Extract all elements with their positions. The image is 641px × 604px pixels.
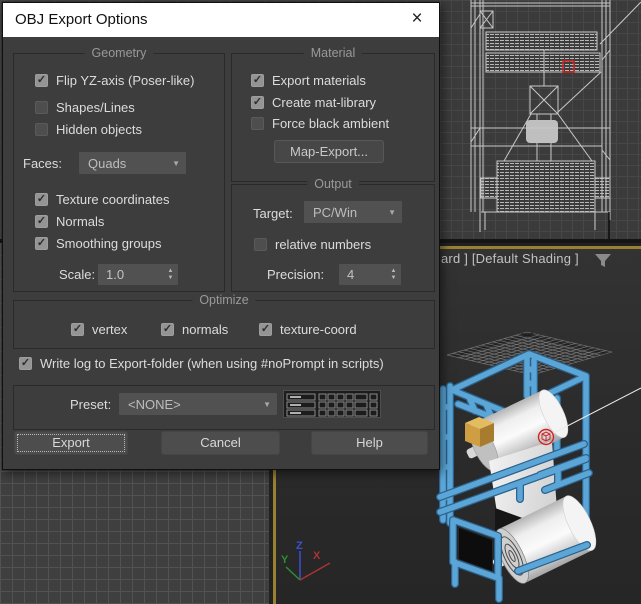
group-optimize-title: Optimize: [192, 293, 256, 307]
preset-dropdown[interactable]: <NONE> ▼: [119, 393, 277, 415]
viewport-filter-icon[interactable]: [594, 253, 612, 269]
checkbox[interactable]: ✓: [251, 74, 264, 87]
precision-spinner[interactable]: 4 ▲ ▼: [339, 264, 401, 285]
checkbox[interactable]: ✓: [161, 323, 174, 336]
checkbox-relative-numbers[interactable]: ✓ relative numbers: [254, 237, 371, 252]
checkbox[interactable]: ✓: [35, 215, 48, 228]
checkbox[interactable]: ✓: [35, 193, 48, 206]
axis-tripod: Z Y X: [281, 540, 331, 581]
checkbox[interactable]: ✓: [35, 237, 48, 250]
group-geometry-title: Geometry: [84, 46, 154, 60]
chevron-down-icon: ▼: [172, 158, 180, 168]
obj-export-options-dialog: OBJ Export Options × Geometry ✓ Flip YZ-…: [2, 2, 440, 470]
checkbox[interactable]: ✓: [35, 123, 48, 136]
checkbox-normals[interactable]: ✓ Normals: [35, 214, 104, 229]
checkbox-force-black-ambient[interactable]: ✓ Force black ambient: [251, 116, 389, 131]
axis-z-label: Z: [296, 540, 303, 552]
faces-dropdown[interactable]: Quads ▼: [79, 152, 186, 174]
checkbox[interactable]: ✓: [35, 101, 48, 114]
map-export-button[interactable]: Map-Export...: [274, 140, 384, 163]
chevron-down-icon: ▼: [263, 399, 271, 409]
checkbox-export-materials[interactable]: ✓ Export materials: [251, 73, 366, 88]
checkbox-flip-yz[interactable]: ✓ Flip YZ-axis (Poser-like): [35, 73, 194, 88]
checkbox[interactable]: ✓: [259, 323, 272, 336]
checkbox-optimize-normals[interactable]: ✓ normals: [161, 322, 228, 337]
close-icon[interactable]: ×: [405, 3, 429, 35]
checkbox-optimize-vertex[interactable]: ✓ vertex: [71, 322, 127, 337]
wireframe-model: [470, 0, 641, 239]
group-output-title: Output: [307, 177, 359, 191]
spinner-arrows-icon[interactable]: ▲ ▼: [386, 264, 401, 285]
target-dropdown[interactable]: PC/Win ▼: [304, 201, 402, 223]
chevron-down-icon: ▼: [388, 207, 396, 217]
scale-label: Scale:: [59, 267, 96, 282]
cancel-button[interactable]: Cancel: [161, 431, 280, 455]
checkbox[interactable]: ✓: [251, 117, 264, 130]
spinner-arrows-icon[interactable]: ▲ ▼: [163, 264, 178, 285]
scale-spinner[interactable]: 1.0 ▲ ▼: [98, 264, 178, 285]
precision-label: Precision:: [267, 267, 325, 282]
target-label: Target:: [253, 206, 293, 221]
orange-block: [465, 417, 494, 447]
checkbox-smoothing-groups[interactable]: ✓ Smoothing groups: [35, 236, 162, 251]
group-material-title: Material: [303, 46, 363, 60]
axis-x-label: X: [313, 550, 321, 562]
help-button[interactable]: Help: [311, 431, 428, 455]
checkbox[interactable]: ✓: [35, 74, 48, 87]
checkbox-create-mat-library[interactable]: ✓ Create mat-library: [251, 95, 376, 110]
export-button[interactable]: Export: [14, 431, 128, 455]
checkbox-texture-coordinates[interactable]: ✓ Texture coordinates: [35, 192, 169, 207]
checkbox[interactable]: ✓: [254, 238, 267, 251]
preset-grid-icon[interactable]: [283, 390, 381, 418]
axis-y-label: Y: [281, 554, 289, 566]
viewport-shading-label[interactable]: ard ] [Default Shading ]: [441, 251, 579, 266]
dialog-titlebar: OBJ Export Options ×: [3, 3, 439, 37]
checkbox[interactable]: ✓: [251, 96, 264, 109]
dialog-title: OBJ Export Options: [15, 11, 148, 28]
checkbox-shapes-lines[interactable]: ✓ Shapes/Lines: [35, 100, 135, 115]
checkbox-hidden-objects[interactable]: ✓ Hidden objects: [35, 122, 142, 137]
checkbox-optimize-texture-coord[interactable]: ✓ texture-coord: [259, 322, 357, 337]
checkbox-write-log[interactable]: ✓ Write log to Export-folder (when using…: [19, 356, 384, 371]
preset-label: Preset:: [70, 397, 112, 412]
faces-label: Faces:: [23, 156, 63, 171]
checkbox[interactable]: ✓: [19, 357, 32, 370]
checkbox[interactable]: ✓: [71, 323, 84, 336]
